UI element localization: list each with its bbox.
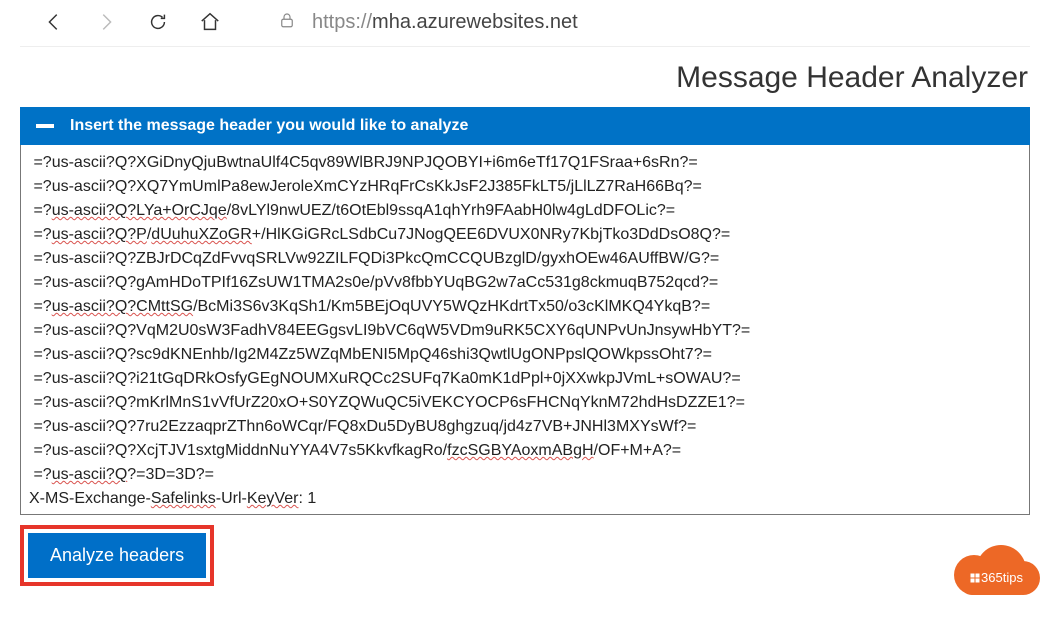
analyzer-panel: Insert the message header you would like… <box>20 107 1030 515</box>
refresh-button[interactable] <box>144 8 172 36</box>
collapse-icon <box>36 124 54 128</box>
lock-icon <box>278 11 296 34</box>
header-textarea[interactable]: =?us-ascii?Q?XGiDnyQjuBwtnaUlf4C5qv89WlB… <box>20 145 1030 515</box>
watermark-badge: 365tips <box>954 547 1038 595</box>
page-title: Message Header Analyzer <box>0 47 1050 107</box>
analyze-button-highlight: Analyze headers <box>20 525 214 586</box>
panel-header-label: Insert the message header you would like… <box>70 117 468 135</box>
back-button[interactable] <box>40 8 68 36</box>
cloud-icon: 365tips <box>954 547 1038 595</box>
badge-text: 365tips <box>954 570 1038 585</box>
address-bar[interactable]: https://mha.azurewebsites.net <box>278 11 578 34</box>
url-text: https://mha.azurewebsites.net <box>312 11 578 34</box>
analyze-headers-button[interactable]: Analyze headers <box>28 533 206 578</box>
panel-header[interactable]: Insert the message header you would like… <box>20 107 1030 145</box>
forward-button[interactable] <box>92 8 120 36</box>
home-button[interactable] <box>196 8 224 36</box>
browser-toolbar: https://mha.azurewebsites.net <box>20 0 1030 47</box>
